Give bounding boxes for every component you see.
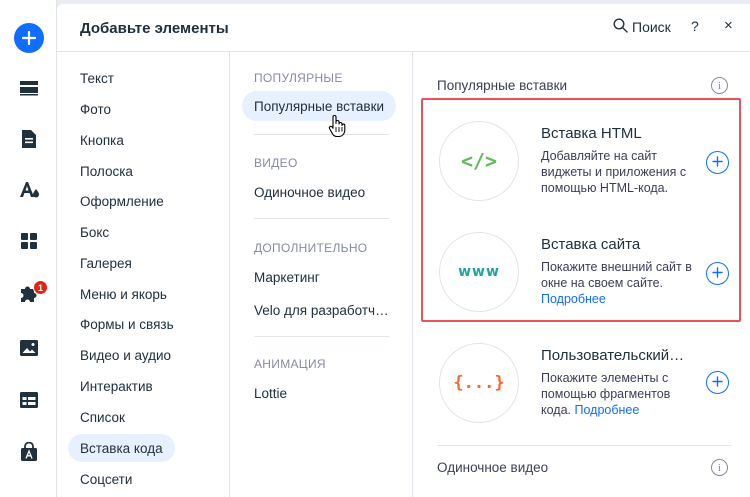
category-item[interactable]: Оформление [68, 187, 176, 215]
category-item-embed-code[interactable]: Вставка кода [68, 434, 175, 462]
card-description: Покажите элементы с помощью фрагментов к… [541, 371, 671, 417]
category-list: Текст Фото Кнопка Полоска Оформление Бок… [57, 52, 230, 497]
learn-more-link[interactable]: Подробнее [541, 292, 606, 306]
custom-element-card[interactable]: {...} Пользовательский… Покажите элемент… [414, 329, 750, 437]
subcategory-item[interactable]: Маркетинг [242, 262, 332, 292]
category-item[interactable]: Фото [68, 95, 123, 123]
card-title: Вставка HTML [541, 125, 642, 142]
divider [254, 336, 389, 337]
embed-site-card[interactable]: www Вставка сайта Покажите внешний сайт … [414, 218, 750, 326]
media-icon [19, 339, 39, 362]
info-icon[interactable]: i [711, 77, 728, 94]
add-button[interactable] [706, 262, 729, 285]
subcategory-item[interactable]: Одиночное видео [242, 177, 377, 207]
info-icon[interactable]: i [711, 459, 728, 476]
subcategory-heading: ПОПУЛЯРНЫЕ [254, 71, 343, 85]
subcategory-item[interactable]: Velo для разработч… [242, 295, 401, 325]
add-icon [13, 23, 44, 53]
embed-html-card[interactable]: </> Вставка HTML Добавляйте на сайт видж… [414, 107, 750, 215]
category-item[interactable]: Видео и аудио [68, 341, 183, 369]
card-description: Добавляйте на сайт виджеты и приложения … [541, 149, 687, 195]
subcategory-heading: ВИДЕО [254, 156, 298, 170]
search-icon [613, 18, 628, 36]
category-item[interactable]: Бокс [68, 218, 121, 246]
design-button[interactable] [0, 172, 57, 212]
panel-header: Добавьте элементы Поиск ? × [57, 4, 750, 52]
close-button[interactable]: × [724, 17, 733, 34]
apps-grid-icon [20, 232, 38, 255]
apps-button[interactable] [0, 223, 57, 263]
pages-button[interactable] [0, 121, 57, 161]
subcategory-item[interactable]: Lottie [242, 378, 299, 408]
add-elements-panel: Добавьте элементы Поиск ? × Текст Фото К… [57, 4, 750, 497]
category-item[interactable]: Текст [68, 64, 126, 92]
category-item[interactable]: Полоска [68, 157, 145, 185]
divider [437, 445, 732, 446]
subcategory-heading: АНИМАЦИЯ [254, 357, 326, 371]
category-item[interactable]: Меню и якорь [68, 280, 179, 308]
content-area: Популярные вставки i </> Вставка HTML До… [414, 52, 750, 497]
learn-more-link[interactable]: Подробнее [575, 403, 640, 417]
business-button[interactable] [0, 434, 57, 474]
table-icon [19, 391, 39, 414]
section-title: Одиночное видео [437, 460, 549, 475]
card-description: Покажите внешний сайт в окне на своем са… [541, 260, 692, 306]
section-title: Популярные вставки [437, 78, 568, 93]
divider [254, 134, 389, 135]
app-market-button[interactable]: 1 [0, 276, 57, 316]
notification-badge: 1 [33, 280, 48, 295]
category-item[interactable]: Формы и связь [68, 310, 186, 338]
subcategory-item-popular-embeds[interactable]: Популярные вставки [242, 91, 397, 121]
card-title: Пользовательский… [541, 347, 685, 364]
www-icon: www [439, 232, 519, 312]
card-title: Вставка сайта [541, 236, 641, 253]
plus-icon [712, 265, 723, 283]
design-icon [18, 180, 40, 205]
plus-icon [712, 374, 723, 392]
layout-strip-icon [19, 80, 39, 101]
panel-title: Добавьте элементы [80, 20, 229, 37]
media-button[interactable] [0, 330, 57, 370]
left-rail: 1 [0, 0, 57, 497]
plus-icon [712, 154, 723, 172]
category-item[interactable]: Интерактив [68, 372, 165, 400]
market-icon [20, 441, 38, 467]
add-elements-button[interactable] [0, 18, 57, 58]
category-item[interactable]: Галерея [68, 249, 144, 277]
code-brackets-icon: </> [439, 121, 519, 201]
category-item[interactable]: Список [68, 403, 137, 431]
subcategory-list: ПОПУЛЯРНЫЕ Популярные вставки ВИДЕО Один… [231, 52, 413, 497]
cms-button[interactable] [0, 382, 57, 422]
divider [254, 218, 389, 219]
add-button[interactable] [706, 371, 729, 394]
add-button[interactable] [706, 151, 729, 174]
subcategory-heading: ДОПОЛНИТЕЛЬНО [254, 241, 368, 255]
search-label: Поиск [632, 19, 671, 35]
hand-cursor-icon [328, 114, 346, 143]
category-item[interactable]: Соцсети [68, 465, 144, 493]
category-item[interactable]: Кнопка [68, 126, 136, 154]
page-icon [21, 129, 37, 154]
curly-braces-icon: {...} [439, 343, 519, 423]
search-button[interactable]: Поиск [613, 18, 671, 36]
help-button[interactable]: ? [691, 18, 699, 34]
sections-button[interactable] [0, 70, 57, 110]
